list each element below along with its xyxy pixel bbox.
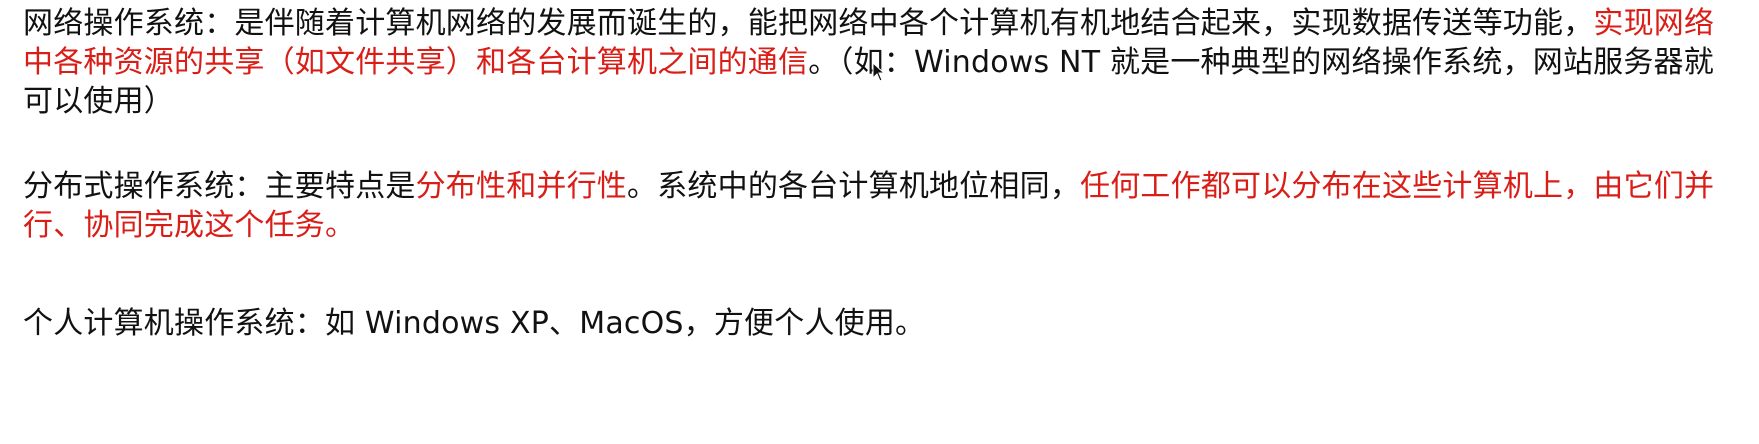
text-segment: 分布式操作系统：主要特点是 — [23, 169, 416, 204]
paragraph-personal-os: 个人计算机操作系统：如 Windows XP、MacOS，方便个人使用。 — [23, 304, 1735, 343]
text-segment: 网络操作系统：是伴随着计算机网络的发展而诞生的，能把网络中各个计算机有机地结合起… — [23, 6, 1594, 41]
paragraph-distributed-os: 分布式操作系统：主要特点是分布性和并行性。系统中的各台计算机地位相同，任何工作都… — [23, 167, 1735, 245]
mouse-pointer-icon — [872, 62, 886, 82]
document-page: 网络操作系统：是伴随着计算机网络的发展而诞生的，能把网络中各个计算机有机地结合起… — [0, 0, 1759, 444]
text-segment: 个人计算机操作系统：如 Windows XP、MacOS，方便个人使用。 — [23, 306, 926, 341]
text-segment: 。系统中的各台计算机地位相同， — [627, 169, 1081, 204]
highlighted-text-segment: 分布性和并行性 — [415, 169, 628, 204]
